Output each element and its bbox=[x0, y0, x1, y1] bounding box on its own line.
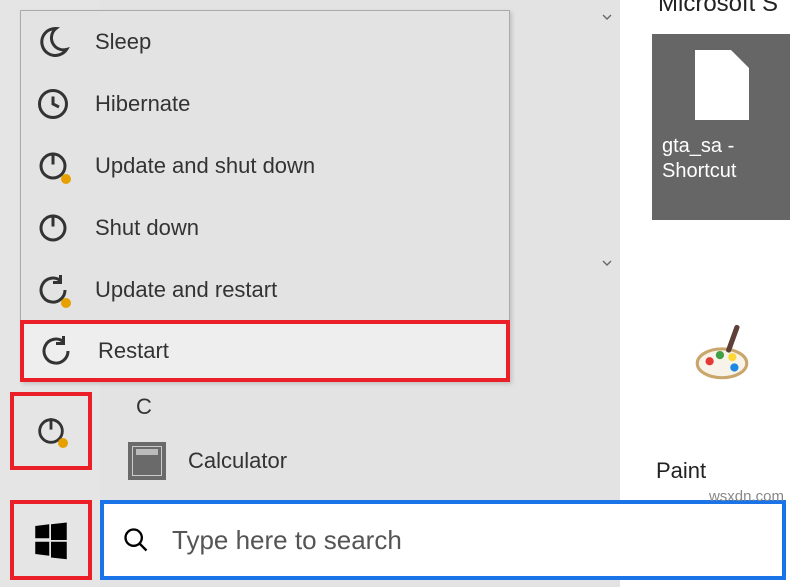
calculator-icon bbox=[128, 442, 166, 480]
tile-paint[interactable] bbox=[652, 296, 790, 482]
tile-label: Paint bbox=[656, 458, 706, 484]
power-menu-label: Sleep bbox=[95, 29, 151, 55]
power-menu-update-restart[interactable]: Update and restart bbox=[21, 259, 509, 321]
search-placeholder: Type here to search bbox=[172, 525, 402, 556]
document-icon bbox=[695, 50, 749, 120]
power-update-icon bbox=[35, 148, 71, 184]
power-menu-update-shutdown[interactable]: Update and shut down bbox=[21, 135, 509, 197]
power-menu-hibernate[interactable]: Hibernate bbox=[21, 73, 509, 135]
app-item-label: Calculator bbox=[188, 448, 287, 474]
letter-header[interactable]: C bbox=[136, 394, 152, 420]
power-menu-label: Update and restart bbox=[95, 277, 277, 303]
chevron-down-icon[interactable] bbox=[598, 254, 616, 272]
tile-group-header: Microsoft S bbox=[658, 0, 778, 18]
moon-icon bbox=[35, 24, 71, 60]
tile-label: gta_sa - Shortcut bbox=[662, 134, 782, 184]
tile-gta-sa-shortcut[interactable]: gta_sa - Shortcut bbox=[652, 34, 790, 220]
watermark: wsxdn.com bbox=[709, 488, 784, 505]
power-menu-label: Restart bbox=[98, 338, 169, 364]
power-menu-sleep[interactable]: Sleep bbox=[21, 11, 509, 73]
chevron-down-icon[interactable] bbox=[598, 8, 616, 26]
taskbar-search[interactable]: Type here to search bbox=[100, 500, 786, 580]
power-menu-label: Hibernate bbox=[95, 91, 190, 117]
restart-update-icon bbox=[35, 272, 71, 308]
start-button[interactable] bbox=[10, 500, 92, 580]
power-icon bbox=[35, 210, 71, 246]
search-icon bbox=[122, 526, 150, 554]
power-button[interactable] bbox=[10, 392, 92, 470]
power-menu-shutdown[interactable]: Shut down bbox=[21, 197, 509, 259]
windows-logo-icon bbox=[30, 519, 72, 561]
power-menu-label: Update and shut down bbox=[95, 153, 315, 179]
power-icon bbox=[34, 414, 68, 448]
paint-icon bbox=[689, 320, 755, 386]
power-menu-label: Shut down bbox=[95, 215, 199, 241]
restart-icon bbox=[38, 333, 74, 369]
app-item-calculator[interactable]: Calculator bbox=[128, 442, 287, 480]
clock-icon bbox=[35, 86, 71, 122]
power-menu: Sleep Hibernate Update and shut down Shu… bbox=[20, 10, 510, 382]
power-menu-restart[interactable]: Restart bbox=[20, 320, 510, 382]
